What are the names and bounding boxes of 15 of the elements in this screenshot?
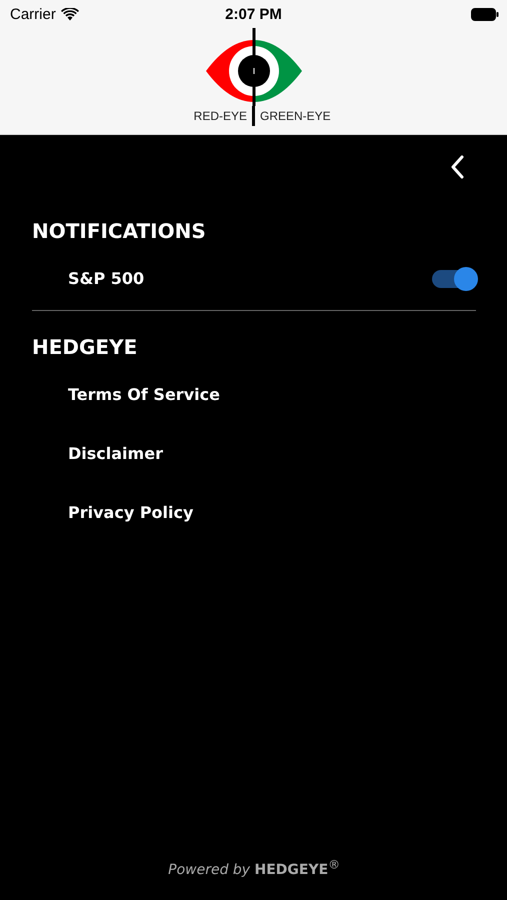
back-chevron-icon[interactable] — [450, 155, 464, 179]
menu-link[interactable]: Disclaimer — [68, 444, 163, 463]
section-heading: HEDGEYE — [32, 335, 138, 361]
setting-label: S&P 500 — [68, 269, 144, 288]
menu-link[interactable]: Terms Of Service — [68, 385, 220, 404]
clock-label: 2:07 PM — [224, 6, 283, 22]
section-heading: NOTIFICATIONS — [32, 219, 207, 245]
battery-icon — [471, 8, 499, 20]
toggle-switch[interactable] — [432, 270, 476, 288]
powered-by-label: Powered by HEDGEYE$^{®}$ — [168, 862, 340, 878]
logo-left-label: RED-EYE — [194, 109, 247, 123]
menu-link[interactable]: Privacy Policy — [68, 503, 194, 522]
logo-right-label: GREEN-EYE — [260, 109, 331, 123]
wifi-icon — [60, 8, 79, 20]
carrier-label: Carrier — [10, 6, 56, 22]
